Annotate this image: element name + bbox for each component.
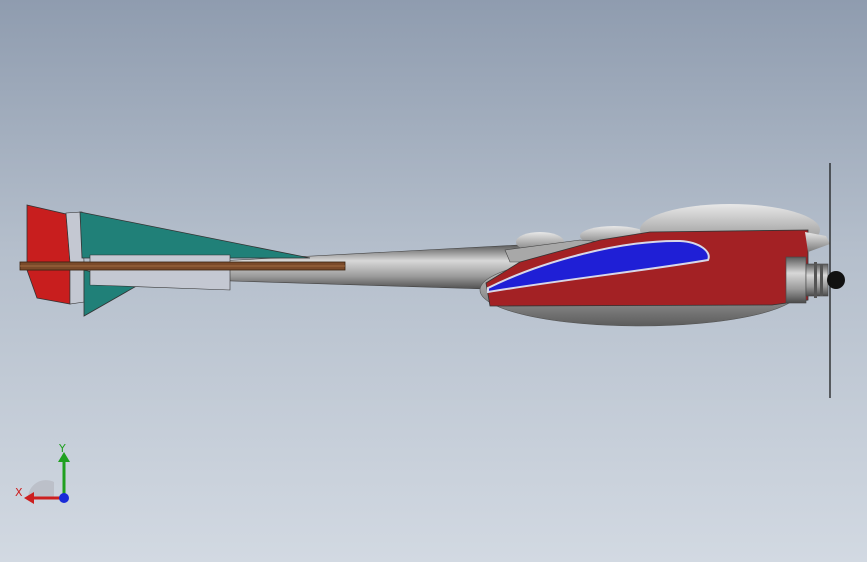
vertical-tail-lower [26, 269, 71, 305]
coordinate-triad: X Y [10, 440, 80, 510]
aircraft-model[interactable] [0, 0, 867, 562]
nose-cone [805, 232, 830, 252]
vertical-tail-upper [26, 204, 71, 263]
x-axis-label: X [15, 486, 23, 499]
z-axis [59, 493, 69, 503]
graphics-viewport[interactable]: X Y [0, 0, 867, 562]
horizontal-tail-upper [79, 211, 311, 259]
motor-housing [785, 256, 807, 304]
tail-insert-lower [69, 269, 85, 305]
tail-mount-block [89, 254, 231, 291]
y-axis-label: Y [59, 442, 66, 455]
